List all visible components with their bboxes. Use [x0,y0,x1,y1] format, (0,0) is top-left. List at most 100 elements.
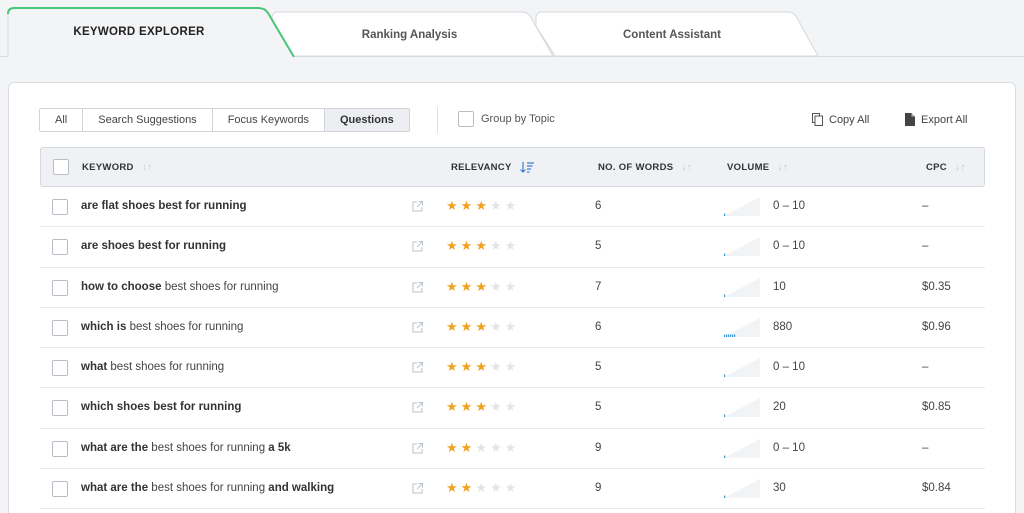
toolbar-divider [437,107,438,133]
star-icon: ★ [489,480,502,496]
star-icon: ★ [475,278,487,294]
file-icon [905,113,915,126]
keyword-base: best shoes for running [148,441,269,454]
star-icon: ★ [460,439,473,455]
table-row: which shoes best for running ★ ★ ★ ★ ★ 5 20 $0.8… [40,388,985,429]
external-link-icon[interactable] [412,362,423,373]
row-checkbox[interactable] [52,279,68,296]
star-icon: ★ [504,480,517,496]
external-link-icon[interactable] [412,442,423,454]
col-volume[interactable]: VOLUME ↓↑ [727,162,788,173]
table-row: how to choose best shoes for running ★ ★ ★ ★… [40,268,985,308]
filter-all[interactable]: All [40,109,84,131]
star-icon: ★ [446,198,458,213]
external-link-icon[interactable] [412,241,423,252]
cpc-value: – [922,361,929,374]
star-icon: ★ [504,359,517,375]
keyword-highlight: and walking [268,482,335,495]
keyword-highlight: a 5k [268,441,291,454]
keyword-base: best shoes for running [107,361,225,374]
star-icon: ★ [446,278,458,294]
external-link-icon[interactable] [412,483,423,494]
copy-all-label: Copy All [829,113,870,126]
relevancy-stars: ★ ★ ★ ★ ★ [446,318,517,334]
volume-trend-icon [724,197,760,216]
filter-focus-keywords[interactable]: Focus Keywords [212,109,325,131]
external-link-icon[interactable] [412,321,423,333]
word-count: 6 [595,200,602,212]
star-icon: ★ [446,439,458,455]
export-all-button[interactable]: Export All [905,113,967,126]
cpc-value: $0.85 [922,401,951,414]
star-icon: ★ [475,318,487,334]
keyword-highlight: how to choose [81,280,162,293]
cpc-value: – [922,441,929,454]
copy-all-button[interactable]: Copy All [812,113,869,126]
keyword-highlight: are flat shoes best for running [81,200,247,212]
star-icon: ★ [475,480,487,496]
relevancy-stars: ★ ★ ★ ★ ★ [446,439,516,455]
row-checkbox[interactable] [52,199,68,215]
relevancy-stars: ★ ★ ★ ★ ★ [446,481,516,495]
keyword-base: best shoes for running [161,280,279,293]
volume-trend-icon [724,358,760,378]
keyword-highlight: which is [81,320,127,333]
filter-questions[interactable]: Questions [325,109,409,131]
volume-trend-icon [724,277,760,297]
external-link-icon[interactable] [412,201,423,212]
star-icon: ★ [489,198,502,213]
tab-keyword-explorer[interactable]: KEYWORD EXPLORER [8,8,270,56]
star-icon: ★ [504,318,517,334]
keyword-text: how to choose best shoes for running [81,281,279,293]
col-relevancy[interactable]: RELEVANCY [451,162,534,173]
search-volume: 0 – 10 [773,441,805,454]
row-checkbox[interactable] [52,239,68,256]
select-all-checkbox[interactable] [53,159,69,175]
volume-trend-icon [724,479,760,499]
table-row: what best shoes for running ★ ★ ★ ★ ★ 5 0 – 10– [40,348,985,389]
col-words[interactable]: NO. OF WORDS ↓↑ [598,162,692,173]
star-icon: ★ [489,439,502,455]
relevancy-stars: ★ ★ ★ ★ ★ [446,360,516,374]
keyword-text: which is best shoes for running [81,321,243,333]
star-icon: ★ [460,399,473,415]
table-row: are flat shoes best for running ★ ★ ★ ★ ★ 6 0 –… [40,187,985,228]
col-relevancy-label: RELEVANCY [451,162,512,173]
external-link-icon[interactable] [412,402,423,413]
volume-trend-icon [724,398,760,418]
cpc-value: – [922,200,929,212]
row-checkbox[interactable] [52,360,68,377]
col-volume-label: VOLUME [727,162,770,173]
star-icon: ★ [489,318,502,334]
cpc-value: – [922,240,929,253]
star-icon: ★ [460,480,473,496]
filter-search-suggestions[interactable]: Search Suggestions [83,109,213,131]
sort-icon: ↓↑ [681,162,692,173]
star-icon: ★ [475,359,487,375]
col-cpc[interactable]: CPC ↓↑ [926,162,966,173]
word-count: 5 [595,401,602,414]
col-keyword[interactable]: KEYWORD ↓↑ [82,162,152,173]
star-icon: ★ [489,399,502,415]
relevancy-stars: ★ ★ ★ ★ ★ [446,278,517,294]
row-checkbox[interactable] [52,319,68,336]
row-checkbox[interactable] [52,440,68,457]
star-icon: ★ [475,439,487,455]
search-volume: 20 [773,401,786,414]
external-link-icon[interactable] [412,281,423,293]
row-checkbox[interactable] [52,481,68,498]
sort-icon: ↓↑ [777,162,789,173]
keyword-text: which shoes best for running [81,401,241,413]
row-checkbox[interactable] [52,400,68,417]
group-by-topic-checkbox[interactable] [458,111,474,127]
relevancy-stars: ★ ★ ★ ★ ★ [446,400,516,414]
col-cpc-label: CPC [926,162,947,173]
keyword-highlight: are shoes best for running [81,240,227,253]
star-icon: ★ [475,198,487,213]
tab-content-assistant[interactable]: Content Assistant [536,8,798,56]
star-icon: ★ [504,278,517,294]
tab-ranking-analysis[interactable]: Ranking Analysis [272,8,534,56]
search-volume: 30 [773,482,786,495]
volume-trend-icon [724,237,760,257]
word-count: 9 [595,482,602,495]
